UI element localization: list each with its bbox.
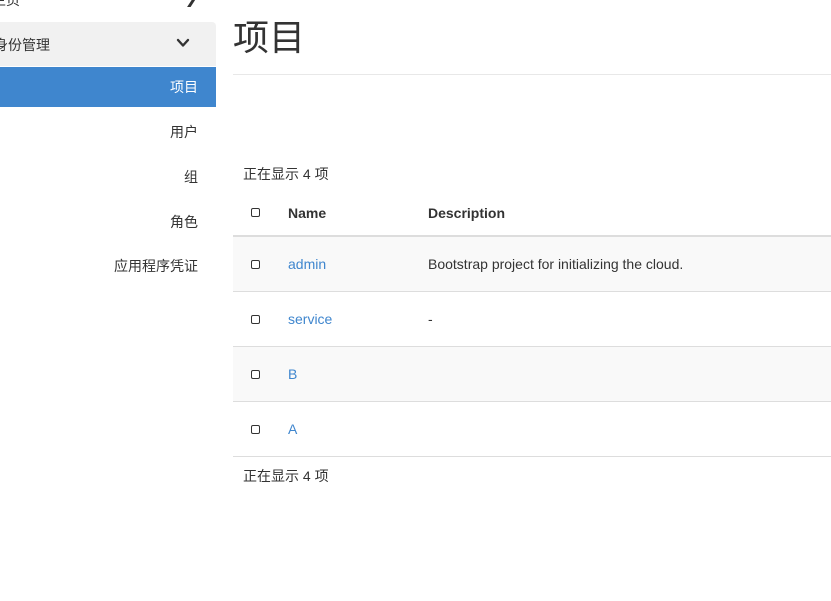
- sidebar-item-label: 用户: [170, 124, 198, 140]
- projects-table: Name Description admin Bootstrap project…: [233, 190, 831, 457]
- select-all-cell: [251, 190, 265, 235]
- select-all-checkbox[interactable]: [251, 208, 260, 217]
- row-select-cell: [251, 292, 265, 346]
- row-select-cell: [251, 402, 265, 456]
- sidebar-item-groups[interactable]: 组: [0, 157, 216, 197]
- sidebar-group-label: 身份管理: [0, 37, 50, 53]
- sidebar-item-projects[interactable]: 项目: [0, 67, 216, 107]
- row-checkbox[interactable]: [251, 424, 260, 434]
- table-row: B: [233, 347, 831, 402]
- column-header-description[interactable]: Description: [428, 190, 505, 235]
- table-row: admin Bootstrap project for initializing…: [233, 237, 831, 292]
- project-name-link[interactable]: admin: [288, 256, 326, 272]
- row-select-cell: [251, 237, 265, 291]
- sidebar-item-label: 应用程序凭证: [114, 258, 198, 274]
- project-description: Bootstrap project for initializing the c…: [428, 256, 684, 272]
- row-checkbox[interactable]: [251, 259, 260, 269]
- sidebar-item-label: 组: [184, 169, 198, 185]
- sidebar: 主页 ❯ 身份管理 项目 用户 组 角色 应用程序凭证: [0, 0, 216, 601]
- project-name-link[interactable]: service: [288, 311, 332, 327]
- name-cell: A: [288, 402, 297, 456]
- table-row: A: [233, 402, 831, 457]
- sidebar-item-label: 项目: [170, 79, 198, 95]
- row-checkbox[interactable]: [251, 314, 260, 324]
- main-content: 项目 正在显示 4 项 Name Description admin Boots…: [216, 0, 831, 601]
- item-count-bottom: 正在显示 4 项: [243, 468, 329, 484]
- table-header: Name Description: [233, 190, 831, 237]
- sidebar-item-label: 角色: [170, 214, 198, 230]
- row-select-cell: [251, 347, 265, 401]
- name-cell: service: [288, 292, 332, 346]
- name-cell: admin: [288, 237, 326, 291]
- page-title: 项目: [233, 17, 306, 58]
- title-divider: [233, 74, 831, 75]
- description-cell: Bootstrap project for initializing the c…: [428, 237, 683, 291]
- sidebar-item-users[interactable]: 用户: [0, 112, 216, 152]
- project-name-link[interactable]: B: [288, 366, 297, 382]
- row-checkbox[interactable]: [251, 369, 260, 379]
- sidebar-item-app-credentials[interactable]: 应用程序凭证: [0, 246, 216, 286]
- project-description: -: [428, 311, 433, 327]
- chevron-down-icon: [176, 36, 190, 50]
- description-cell: -: [428, 292, 433, 346]
- sidebar-group-identity[interactable]: 身份管理: [0, 22, 216, 66]
- sidebar-item-home[interactable]: 主页 ❯: [0, 0, 216, 10]
- sidebar-item-roles[interactable]: 角色: [0, 202, 216, 242]
- table-row: service -: [233, 292, 831, 347]
- chevron-right-icon: ❯: [185, 0, 198, 8]
- item-count-top: 正在显示 4 项: [243, 166, 329, 182]
- sidebar-item-label: 主页: [0, 0, 20, 8]
- column-header-name[interactable]: Name: [288, 190, 326, 235]
- name-cell: B: [288, 347, 297, 401]
- project-name-link[interactable]: A: [288, 421, 297, 437]
